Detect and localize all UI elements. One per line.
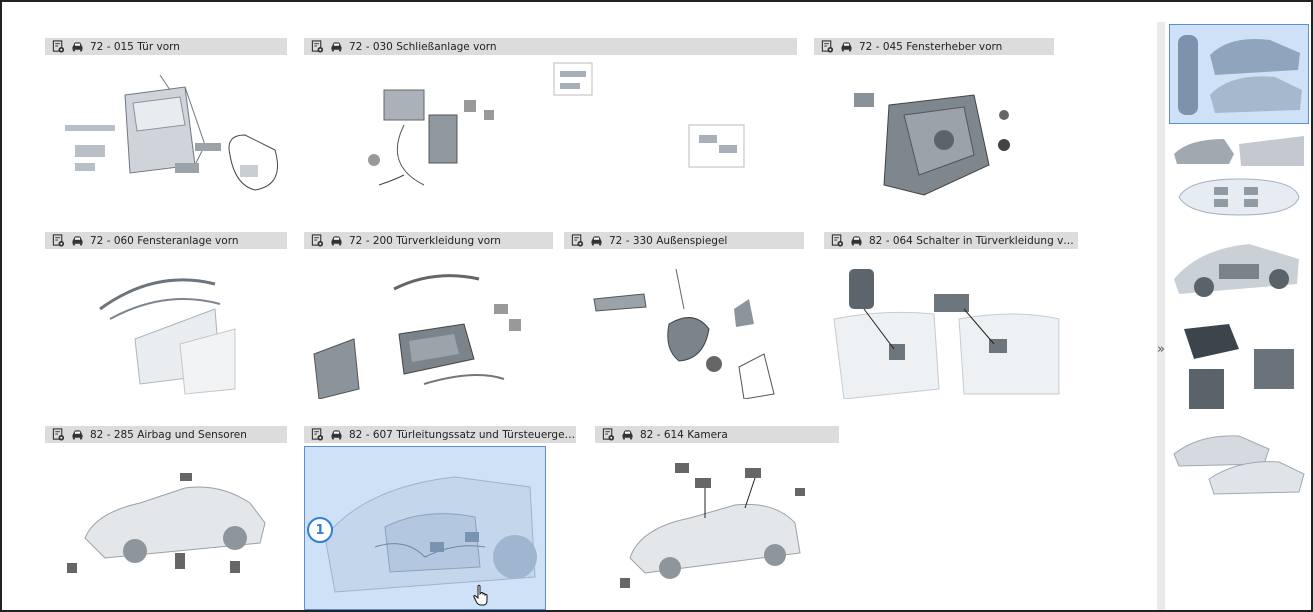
group-title: 72 - 060 Fensteranlage vorn [90, 234, 239, 247]
car-icon [71, 41, 84, 52]
camera-diagram[interactable] [595, 443, 839, 612]
group-title: 82 - 285 Airbag und Sensoren [90, 428, 247, 441]
group-card-tuer-vorn[interactable]: 72 - 015 Tür vorn [45, 38, 287, 206]
car-icon [590, 235, 603, 246]
document-settings-icon[interactable] [311, 234, 324, 247]
document-settings-icon[interactable] [311, 40, 324, 53]
wiring-harness-diagram-selected[interactable]: 1 [304, 446, 546, 610]
thumbnail-drivetrain-view[interactable] [1169, 229, 1309, 309]
thumbnail-interior-views[interactable] [1169, 124, 1309, 172]
catalog-view: 72 - 015 Tür vorn 72 - 030 Schließanlage… [0, 0, 1313, 612]
hand-pointer-icon [473, 584, 489, 610]
group-card-header[interactable]: 72 - 045 Fensterheber vorn [814, 38, 1054, 55]
document-settings-icon[interactable] [831, 234, 844, 247]
group-card-schalter-tuerverkleidung-vorn[interactable]: 82 - 064 Schalter in Türverkleidung vorn [824, 232, 1078, 400]
group-card-header[interactable]: 72 - 060 Fensteranlage vorn [45, 232, 287, 249]
group-card-fensterheber-vorn[interactable]: 72 - 045 Fensterheber vorn [814, 38, 1054, 206]
lock-system-diagram[interactable] [304, 55, 797, 205]
thumbnail-vehicle-overview[interactable] [1169, 24, 1309, 124]
document-settings-icon[interactable] [52, 40, 65, 53]
car-icon [71, 235, 84, 246]
group-card-header[interactable]: 82 - 064 Schalter in Türverkleidung vorn [824, 232, 1078, 249]
group-card-header[interactable]: 82 - 607 Türleitungssatz und Türsteuerge… [304, 426, 576, 443]
group-title: 72 - 015 Tür vorn [90, 40, 180, 53]
thumbnail-engine-components[interactable] [1169, 319, 1309, 419]
group-title: 72 - 030 Schließanlage vorn [349, 40, 497, 53]
group-card-header[interactable]: 82 - 285 Airbag und Sensoren [45, 426, 287, 443]
group-card-header[interactable]: 72 - 200 Türverkleidung vorn [304, 232, 553, 249]
group-title: 82 - 607 Türleitungssatz und Türsteuerge… [349, 428, 576, 441]
group-title: 82 - 064 Schalter in Türverkleidung vorn [869, 234, 1078, 247]
thumbnail-body-shell-views[interactable] [1169, 424, 1309, 504]
group-card-schliessanlage-vorn[interactable]: 72 - 030 Schließanlage vorn [304, 38, 797, 206]
car-icon [330, 41, 343, 52]
group-card-header[interactable]: 72 - 015 Tür vorn [45, 38, 287, 55]
document-settings-icon[interactable] [821, 40, 834, 53]
group-card-aussenspiegel[interactable]: 72 - 330 Außenspiegel [564, 232, 804, 400]
group-title: 72 - 200 Türverkleidung vorn [349, 234, 501, 247]
group-card-tuerleitungssatz-tuersteuergeraet[interactable]: 82 - 607 Türleitungssatz und Türsteuerge… [304, 426, 576, 610]
door-exploded-diagram[interactable] [45, 55, 287, 205]
car-icon [621, 429, 634, 440]
document-settings-icon[interactable] [52, 234, 65, 247]
document-settings-icon[interactable] [602, 428, 615, 441]
vehicle-thumbnail-sidebar [1167, 24, 1311, 610]
car-icon [330, 235, 343, 246]
thumbnail-chassis-view[interactable] [1169, 174, 1309, 222]
airbag-sensor-diagram[interactable] [45, 443, 287, 612]
exterior-mirror-diagram[interactable] [564, 249, 804, 399]
car-icon [330, 429, 343, 440]
wiring-harness-diagram [324, 476, 537, 593]
group-card-airbag-sensoren[interactable]: 82 - 285 Airbag und Sensoren [45, 426, 287, 612]
car-icon [71, 429, 84, 440]
car-icon [850, 235, 863, 246]
document-settings-icon[interactable] [571, 234, 584, 247]
group-card-header[interactable]: 82 - 614 Kamera [595, 426, 839, 443]
group-title: 82 - 614 Kamera [640, 428, 728, 441]
document-settings-icon[interactable] [311, 428, 324, 441]
group-title: 72 - 045 Fensterheber vorn [859, 40, 1003, 53]
group-card-header[interactable]: 72 - 330 Außenspiegel [564, 232, 804, 249]
door-switch-diagram[interactable] [824, 249, 1078, 399]
group-card-tuerverkleidung-vorn[interactable]: 72 - 200 Türverkleidung vorn [304, 232, 553, 400]
sidebar-divider [1157, 22, 1165, 610]
document-settings-icon[interactable] [52, 428, 65, 441]
group-card-fensteranlage-vorn[interactable]: 72 - 060 Fensteranlage vorn [45, 232, 287, 400]
group-title: 72 - 330 Außenspiegel [609, 234, 728, 247]
group-card-header[interactable]: 72 - 030 Schließanlage vorn [304, 38, 797, 55]
window-system-diagram[interactable] [45, 249, 287, 399]
group-card-kamera[interactable]: 82 - 614 Kamera [595, 426, 839, 612]
window-regulator-diagram[interactable] [814, 55, 1054, 205]
selection-badge: 1 [307, 517, 333, 543]
door-trim-diagram[interactable] [304, 249, 553, 399]
car-icon [840, 41, 853, 52]
